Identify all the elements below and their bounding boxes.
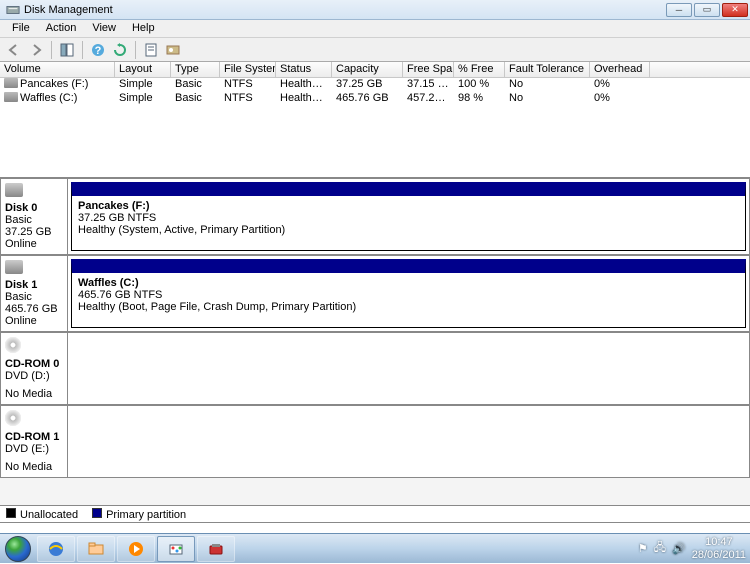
cdrom-drive: DVD (D:) (5, 370, 63, 382)
partition[interactable]: Waffles (C:) 465.76 GB NTFS Healthy (Boo… (71, 259, 746, 328)
cdrom-icon (5, 410, 21, 426)
cdrom-icon (5, 337, 21, 353)
disk-graphical-view: Disk 0 Basic 37.25 GB Online Pancakes (F… (0, 178, 750, 505)
cdrom-row[interactable]: CD-ROM 1 DVD (E:) No Media (0, 405, 750, 478)
swatch-unallocated (6, 508, 16, 518)
col-status[interactable]: Status (276, 62, 332, 77)
menu-file[interactable]: File (4, 20, 38, 37)
window-title: Disk Management (24, 4, 666, 16)
maximize-button[interactable]: ▭ (694, 3, 720, 17)
volume-icon (4, 78, 18, 88)
app-icon (6, 3, 20, 17)
disk-type: Basic (5, 291, 63, 303)
partition-health: Healthy (Boot, Page File, Crash Dump, Pr… (78, 301, 739, 313)
system-tray[interactable]: ⚑ 🖧 🔊 10:47 28/06/2011 (638, 536, 750, 560)
col-overhead[interactable]: Overhead (590, 62, 650, 77)
volume-list[interactable]: Volume Layout Type File System Status Ca… (0, 62, 750, 178)
cdrom-id: CD-ROM 1 (5, 431, 63, 443)
disk-size: 37.25 GB (5, 226, 63, 238)
disk-icon (5, 260, 23, 274)
disk-state: Online (5, 315, 63, 327)
help-button[interactable]: ? (88, 40, 108, 60)
menu-help[interactable]: Help (124, 20, 163, 37)
partition-name: Pancakes (F:) (78, 200, 739, 212)
col-layout[interactable]: Layout (115, 62, 171, 77)
minimize-button[interactable]: ─ (666, 3, 692, 17)
taskbar-app[interactable] (197, 536, 235, 562)
disk-row[interactable]: Disk 1 Basic 465.76 GB Online Waffles (C… (0, 255, 750, 332)
disk-type: Basic (5, 214, 63, 226)
volume-header: Volume Layout Type File System Status Ca… (0, 62, 750, 78)
col-pctfree[interactable]: % Free (454, 62, 505, 77)
disk-id: Disk 1 (5, 279, 63, 291)
taskbar-mediaplayer[interactable] (117, 536, 155, 562)
partition-health: Healthy (System, Active, Primary Partiti… (78, 224, 739, 236)
menu-action[interactable]: Action (38, 20, 85, 37)
cdrom-state: No Media (5, 388, 63, 400)
cdrom-state: No Media (5, 461, 63, 473)
col-volume[interactable]: Volume (0, 62, 115, 77)
back-button[interactable] (4, 40, 24, 60)
disk-icon (5, 183, 23, 197)
volume-icon (4, 92, 18, 102)
forward-button[interactable] (26, 40, 46, 60)
refresh-button[interactable] (110, 40, 130, 60)
disk-row[interactable]: Disk 0 Basic 37.25 GB Online Pancakes (F… (0, 178, 750, 255)
title-bar: Disk Management ─ ▭ ✕ (0, 0, 750, 20)
close-button[interactable]: ✕ (722, 3, 748, 17)
menu-view[interactable]: View (84, 20, 124, 37)
col-type[interactable]: Type (171, 62, 220, 77)
menu-bar: File Action View Help (0, 20, 750, 38)
partition[interactable]: Pancakes (F:) 37.25 GB NTFS Healthy (Sys… (71, 182, 746, 251)
cdrom-row[interactable]: CD-ROM 0 DVD (D:) No Media (0, 332, 750, 405)
taskbar: ⚑ 🖧 🔊 10:47 28/06/2011 (0, 533, 750, 563)
taskbar-explorer[interactable] (77, 536, 115, 562)
disk-state: Online (5, 238, 63, 250)
show-hide-button[interactable] (57, 40, 77, 60)
volume-row[interactable]: Pancakes (F:) Simple Basic NTFS Healthy … (0, 78, 750, 92)
cdrom-drive: DVD (E:) (5, 443, 63, 455)
col-capacity[interactable]: Capacity (332, 62, 403, 77)
taskbar-paint[interactable] (157, 536, 195, 562)
partition-name: Waffles (C:) (78, 277, 739, 289)
disk-id: Disk 0 (5, 202, 63, 214)
tray-volume-icon[interactable]: 🔊 (672, 542, 686, 555)
taskbar-clock[interactable]: 10:47 28/06/2011 (692, 536, 746, 560)
col-freespace[interactable]: Free Spa... (403, 62, 454, 77)
tray-network-icon[interactable]: 🖧 (654, 539, 666, 558)
start-button[interactable] (0, 534, 36, 564)
legend: Unallocated Primary partition (0, 505, 750, 523)
svg-text:?: ? (95, 45, 102, 57)
properties-button[interactable] (141, 40, 161, 60)
partition-info: 37.25 GB NTFS (78, 212, 739, 224)
partition-info: 465.76 GB NTFS (78, 289, 739, 301)
col-fault[interactable]: Fault Tolerance (505, 62, 590, 77)
swatch-primary (92, 508, 102, 518)
taskbar-ie[interactable] (37, 536, 75, 562)
cdrom-id: CD-ROM 0 (5, 358, 63, 370)
volume-row[interactable]: Waffles (C:) Simple Basic NTFS Healthy (… (0, 92, 750, 106)
disk-size: 465.76 GB (5, 303, 63, 315)
tray-flag-icon[interactable]: ⚑ (638, 542, 648, 555)
settings-button[interactable] (163, 40, 183, 60)
toolbar: ? (0, 38, 750, 62)
col-filesystem[interactable]: File System (220, 62, 276, 77)
